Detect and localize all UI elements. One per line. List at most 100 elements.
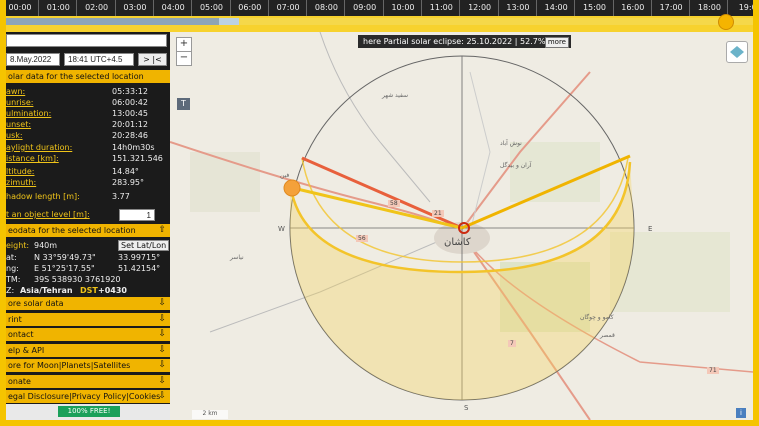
- section-label: ore for Moon|Planets|Satellites: [8, 361, 131, 370]
- solar-row: ltitude: 14.84°: [6, 167, 170, 178]
- layers-icon[interactable]: [726, 41, 748, 63]
- section-header[interactable]: onate ⇩: [6, 374, 170, 388]
- solar-row-label: usk:: [6, 131, 23, 140]
- solar-row: usk: 20:28:46: [6, 131, 170, 142]
- solar-row: unset: 20:01:12: [6, 120, 170, 131]
- expand-icon: ⇩: [158, 391, 166, 401]
- place-label: سفید شهر: [382, 92, 409, 99]
- lng-label: ng:: [6, 264, 19, 273]
- city-label: کاشان: [444, 237, 471, 248]
- solar-data-header[interactable]: olar data for the selected location: [6, 70, 170, 83]
- more-button[interactable]: more: [544, 37, 569, 48]
- map-view[interactable]: W E S کاشان سفید شهر آران و بیدگل نوش آباد…: [170, 32, 753, 420]
- timezone-value: Asia/Tehran: [20, 286, 73, 295]
- zoom-out-button[interactable]: −: [176, 51, 192, 66]
- utc-offset: +0430: [98, 286, 127, 295]
- hour-tick-line: [229, 0, 231, 16]
- time-input[interactable]: [64, 53, 134, 66]
- ad-banner[interactable]: 100% FREE!: [6, 404, 170, 420]
- section-header[interactable]: rint ⇩: [6, 312, 170, 326]
- section-header[interactable]: elp & API ⇩: [6, 343, 170, 357]
- info-icon[interactable]: i: [736, 408, 746, 418]
- date-nav-button[interactable]: > |<: [138, 53, 167, 66]
- hour-label-5: 05:00: [199, 3, 224, 12]
- hour-label-8: 08:00: [314, 3, 338, 12]
- place-label: فین: [280, 172, 290, 179]
- solar-row-value: 13:00:45: [112, 109, 148, 118]
- utm-value: 39S 538930 3761920: [34, 275, 121, 284]
- shadow-value: 3.77: [112, 192, 130, 201]
- utm-label: TM:: [6, 275, 21, 284]
- section-label: ontact: [8, 330, 34, 339]
- place-label: نیاسر: [230, 254, 244, 261]
- hour-label-4: 04:00: [161, 3, 185, 12]
- app-frame: 00:00 01:00 02:00 03:00 04:00 05:00 06:00 07:00…: [6, 0, 753, 420]
- utm-row: TM: 39S 538930 3761920: [6, 275, 170, 286]
- hour-tick-line: [306, 0, 308, 16]
- hour-tick-line: [38, 0, 39, 16]
- hour-tick-line: [344, 0, 346, 16]
- solar-row-value: 06:00:42: [112, 98, 148, 107]
- compass-south: S: [464, 404, 469, 412]
- hour-label-0: 00:00: [8, 3, 32, 12]
- hour-label-10: 10:00: [391, 3, 415, 12]
- solar-row-value: 20:28:46: [112, 131, 148, 140]
- scale-bar: 2 km: [192, 410, 228, 419]
- hour-label-3: 03:00: [123, 3, 147, 12]
- compass-east: E: [648, 225, 653, 233]
- hour-label-18: 18:00: [697, 3, 721, 12]
- expand-icon: ⇩: [158, 344, 166, 355]
- hour-label-19: 19:0: [738, 3, 753, 12]
- hour-tick-line: [76, 0, 78, 16]
- hour-tick-line: [535, 0, 537, 16]
- set-lat-lon-button[interactable]: Set Lat/Lon: [118, 240, 170, 251]
- side-panel: > |< olar data for the selected location…: [6, 32, 170, 420]
- hour-label-14: 14:00: [544, 3, 568, 12]
- section-header[interactable]: ore for Moon|Planets|Satellites ⇩: [6, 359, 170, 372]
- geodata-header[interactable]: eodata for the selected location ⇧: [6, 224, 170, 237]
- time-track[interactable]: [6, 18, 753, 25]
- text-toggle-button[interactable]: T: [177, 98, 190, 110]
- hour-tick-line: [267, 0, 269, 16]
- solar-row-value: 14h0m30s: [112, 143, 155, 152]
- expand-icon: ⇩: [158, 360, 166, 370]
- section-header[interactable]: ore solar data ⇩: [6, 297, 170, 310]
- hour-label-13: 13:00: [506, 3, 530, 12]
- place-label: کامو و چوگان: [580, 314, 614, 321]
- search-input[interactable]: [6, 34, 167, 47]
- section-header[interactable]: ontact ⇩: [6, 328, 170, 341]
- lat-row: at: N 33°59'49.73" 33.99715°: [6, 253, 170, 264]
- hour-tick-line: [574, 0, 576, 16]
- lat-label: at:: [6, 253, 17, 262]
- time-slider[interactable]: 00:00 01:00 02:00 03:00 04:00 05:00 06:00 07:00…: [6, 0, 753, 32]
- timezone-row: Z: Asia/Tehran DST +0430: [6, 286, 170, 297]
- zoom-in-button[interactable]: +: [176, 37, 192, 52]
- dst-badge: DST: [80, 286, 98, 295]
- date-input[interactable]: [6, 53, 60, 66]
- place-label: آران و بیدگل: [500, 162, 532, 169]
- hour-label-15: 15:00: [582, 3, 607, 12]
- solar-row-value: 14.84°: [112, 167, 139, 176]
- solar-row: awn: 05:33:12: [6, 87, 170, 98]
- timezone-label: Z:: [6, 286, 15, 295]
- section-label: ore solar data: [8, 299, 64, 308]
- object-level-input[interactable]: [119, 209, 155, 221]
- time-slider-handle[interactable]: [718, 14, 734, 30]
- section-label: egal Disclosure|Privacy Policy|Cookies: [8, 392, 161, 401]
- lat-decimal: 33.99715°: [118, 253, 161, 262]
- solar-row-value: 05:33:12: [112, 87, 148, 96]
- solar-row-label: awn:: [6, 87, 26, 96]
- solar-row: unrise: 06:00:42: [6, 98, 170, 109]
- hour-label-12: 12:00: [468, 3, 492, 12]
- lng-decimal: 51.42154°: [118, 264, 161, 273]
- solar-row: ulmination: 13:00:45: [6, 109, 170, 120]
- collapse-icon: ⇧: [158, 225, 166, 235]
- section-header[interactable]: egal Disclosure|Privacy Policy|Cookies ⇩: [6, 390, 170, 403]
- hour-label-16: 16:00: [621, 3, 645, 12]
- hour-label-2: 02:00: [85, 3, 109, 12]
- twilight-segment: [219, 18, 239, 25]
- hour-label-17: 17:00: [659, 3, 683, 12]
- hour-tick-line: [191, 0, 193, 16]
- expand-icon: ⇩: [158, 313, 166, 324]
- compass-west: W: [278, 225, 285, 233]
